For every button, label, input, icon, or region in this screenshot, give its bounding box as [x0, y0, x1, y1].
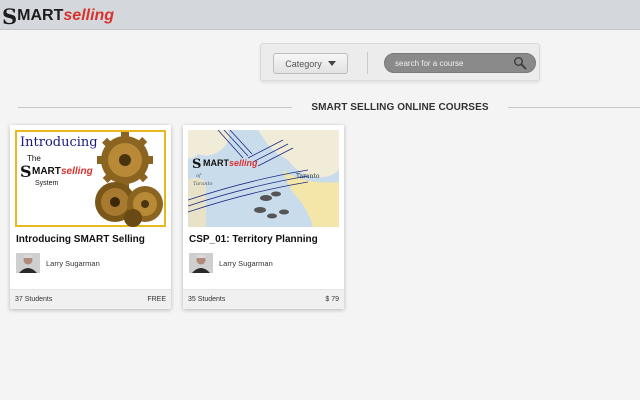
thumb-introducing: Introducing [20, 135, 98, 150]
course-price: $ 79 [325, 296, 339, 303]
course-price: FREE [147, 296, 166, 303]
thumb-mart: MART [203, 158, 229, 168]
course-thumbnail[interactable]: S MART selling Taranto of Taranto [188, 130, 339, 227]
course-card[interactable]: Introducing The S MART selling System In… [10, 125, 171, 309]
search-input[interactable] [395, 56, 507, 70]
author-name: Larry Sugarman [219, 258, 273, 268]
thumb-selling: selling [61, 166, 93, 177]
top-bar: S MART selling [0, 0, 640, 30]
course-card[interactable]: S MART selling Taranto of Taranto CSP_01… [183, 125, 344, 309]
magnifier-icon[interactable] [513, 56, 527, 70]
course-author: Larry Sugarman [16, 253, 100, 273]
category-dropdown[interactable]: Category [273, 53, 348, 74]
thumb-map-label: Taranto [296, 173, 320, 180]
smartselling-logo[interactable]: S MART selling [2, 4, 114, 28]
logo-s: S [2, 3, 18, 29]
gear-icon [97, 132, 153, 188]
thumb-mart: MART [32, 166, 61, 177]
map-thumbnail-image: S MART selling Taranto of Taranto [188, 130, 339, 227]
section-title: SMART SELLING ONLINE COURSES [311, 102, 489, 113]
caret-down-icon [327, 61, 336, 66]
thumb-s: S [20, 162, 32, 181]
course-author: Larry Sugarman [189, 253, 273, 273]
category-label: Category [285, 58, 322, 69]
course-filter-bar: Category [260, 43, 540, 81]
thumb-system: System [35, 180, 59, 187]
thumb-selling: selling [229, 158, 258, 168]
filter-divider [367, 52, 368, 74]
author-name: Larry Sugarman [46, 258, 100, 268]
section-rule-left [18, 107, 292, 108]
avatar [16, 253, 40, 273]
course-footer: 35 Students $ 79 [183, 289, 344, 309]
course-footer: 37 Students FREE [10, 289, 171, 309]
logo-selling: selling [63, 7, 115, 24]
thumb-gulf: Taranto [193, 181, 213, 187]
course-thumbnail[interactable]: Introducing The S MART selling System [15, 130, 166, 227]
search-box[interactable] [384, 53, 536, 73]
gears-thumbnail-image: Introducing The S MART selling System [15, 130, 166, 227]
course-title[interactable]: CSP_01: Territory Planning [189, 234, 318, 245]
section-rule-right [508, 107, 640, 108]
course-title[interactable]: Introducing SMART Selling [16, 234, 145, 245]
thumb-s: S [192, 157, 201, 172]
logo-mart: MART [17, 7, 64, 24]
student-count: 35 Students [188, 296, 226, 303]
student-count: 37 Students [15, 296, 53, 303]
avatar [189, 253, 213, 273]
